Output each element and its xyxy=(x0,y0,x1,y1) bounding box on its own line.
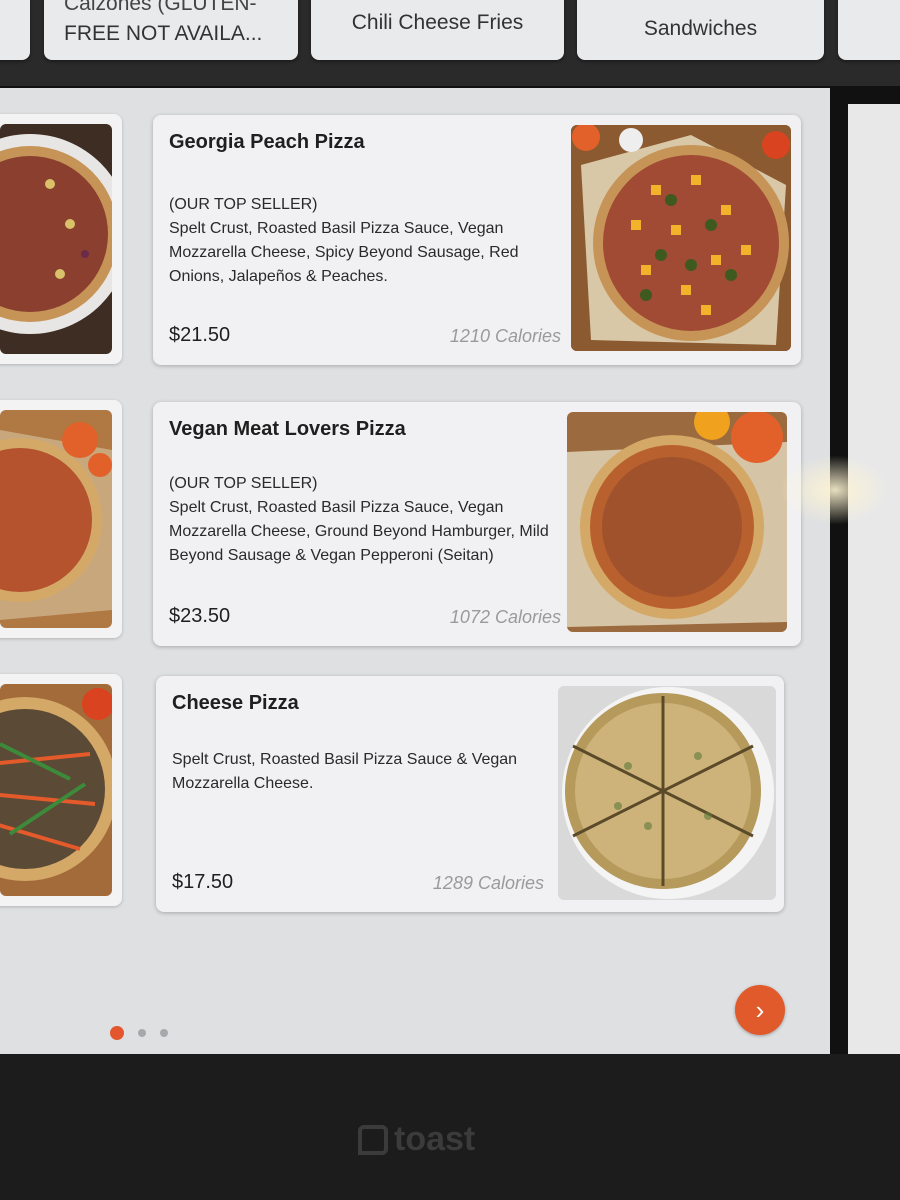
item-price: $17.50 xyxy=(172,871,234,893)
item-name: Georgia Peach Pizza xyxy=(169,131,365,153)
pizza-image xyxy=(0,410,112,628)
item-calories: 1072 Calories xyxy=(449,607,561,627)
menu-item-card[interactable]: Cheese Pizza Spelt Crust, Roasted Basil … xyxy=(156,676,784,912)
item-tag: (OUR TOP SELLER) xyxy=(169,196,318,213)
item-description: Spelt Crust, Roasted Basil Pizza Sauce &… xyxy=(172,748,552,796)
menu-card-partial[interactable] xyxy=(0,674,122,906)
brand-logo: toast xyxy=(358,1120,475,1159)
item-description: (OUR TOP SELLER) Spelt Crust, Roasted Ba… xyxy=(169,193,549,289)
screen-glare xyxy=(780,455,890,525)
category-label-line1: Calzones (GLUTEN- xyxy=(64,0,257,15)
menu-panel: Georgia Peach Pizza (OUR TOP SELLER) Spe… xyxy=(0,88,830,1054)
brand-name: toast xyxy=(394,1120,476,1158)
category-tab-sandwiches[interactable]: Sandwiches xyxy=(577,0,824,60)
item-name: Vegan Meat Lovers Pizza xyxy=(169,418,406,440)
item-description-text: Spelt Crust, Roasted Basil Pizza Sauce, … xyxy=(169,220,519,285)
next-page-button[interactable]: › xyxy=(735,985,785,1035)
item-description-text: Spelt Crust, Roasted Basil Pizza Sauce &… xyxy=(172,751,518,792)
next-column-partial xyxy=(848,104,900,1054)
toast-logo-icon xyxy=(358,1124,388,1155)
item-name: Cheese Pizza xyxy=(172,692,299,714)
menu-card-partial[interactable] xyxy=(0,114,122,364)
pagination-dots xyxy=(110,1026,168,1040)
item-description: (OUR TOP SELLER) Spelt Crust, Roasted Ba… xyxy=(169,472,549,568)
category-bar: Calzones (GLUTEN- FREE NOT AVAILA... Chi… xyxy=(0,0,900,86)
menu-item-card[interactable]: Vegan Meat Lovers Pizza (OUR TOP SELLER)… xyxy=(153,402,801,646)
item-price: $23.50 xyxy=(169,605,231,627)
pizza-image xyxy=(567,412,787,632)
category-tab-partial-right[interactable] xyxy=(838,0,900,60)
pizza-image xyxy=(0,124,112,354)
page-dot-1[interactable] xyxy=(110,1026,124,1040)
pizza-image xyxy=(0,684,112,896)
page-dot-2[interactable] xyxy=(138,1029,146,1037)
pizza-image xyxy=(571,125,791,351)
category-tab-chili-cheese-fries[interactable]: Chili Cheese Fries xyxy=(311,0,564,60)
item-calories: 1289 Calories xyxy=(432,873,544,893)
item-description-text: Spelt Crust, Roasted Basil Pizza Sauce, … xyxy=(169,499,549,564)
category-tab-calzones[interactable]: Calzones (GLUTEN- FREE NOT AVAILA... xyxy=(44,0,298,60)
category-label: Sandwiches xyxy=(643,17,758,40)
chevron-right-icon: › xyxy=(755,994,765,1025)
menu-item-card[interactable]: Georgia Peach Pizza (OUR TOP SELLER) Spe… xyxy=(153,115,801,365)
menu-card-partial[interactable] xyxy=(0,400,122,638)
category-label: Chili Cheese Fries xyxy=(351,11,524,34)
pizza-image xyxy=(558,686,776,900)
category-tab-partial[interactable] xyxy=(0,0,30,60)
category-label-line2: FREE NOT AVAILA... xyxy=(64,22,263,45)
item-calories: 1210 Calories xyxy=(449,326,561,346)
page-dot-3[interactable] xyxy=(160,1029,168,1037)
item-price: $21.50 xyxy=(169,324,231,346)
item-tag: (OUR TOP SELLER) xyxy=(169,475,318,492)
